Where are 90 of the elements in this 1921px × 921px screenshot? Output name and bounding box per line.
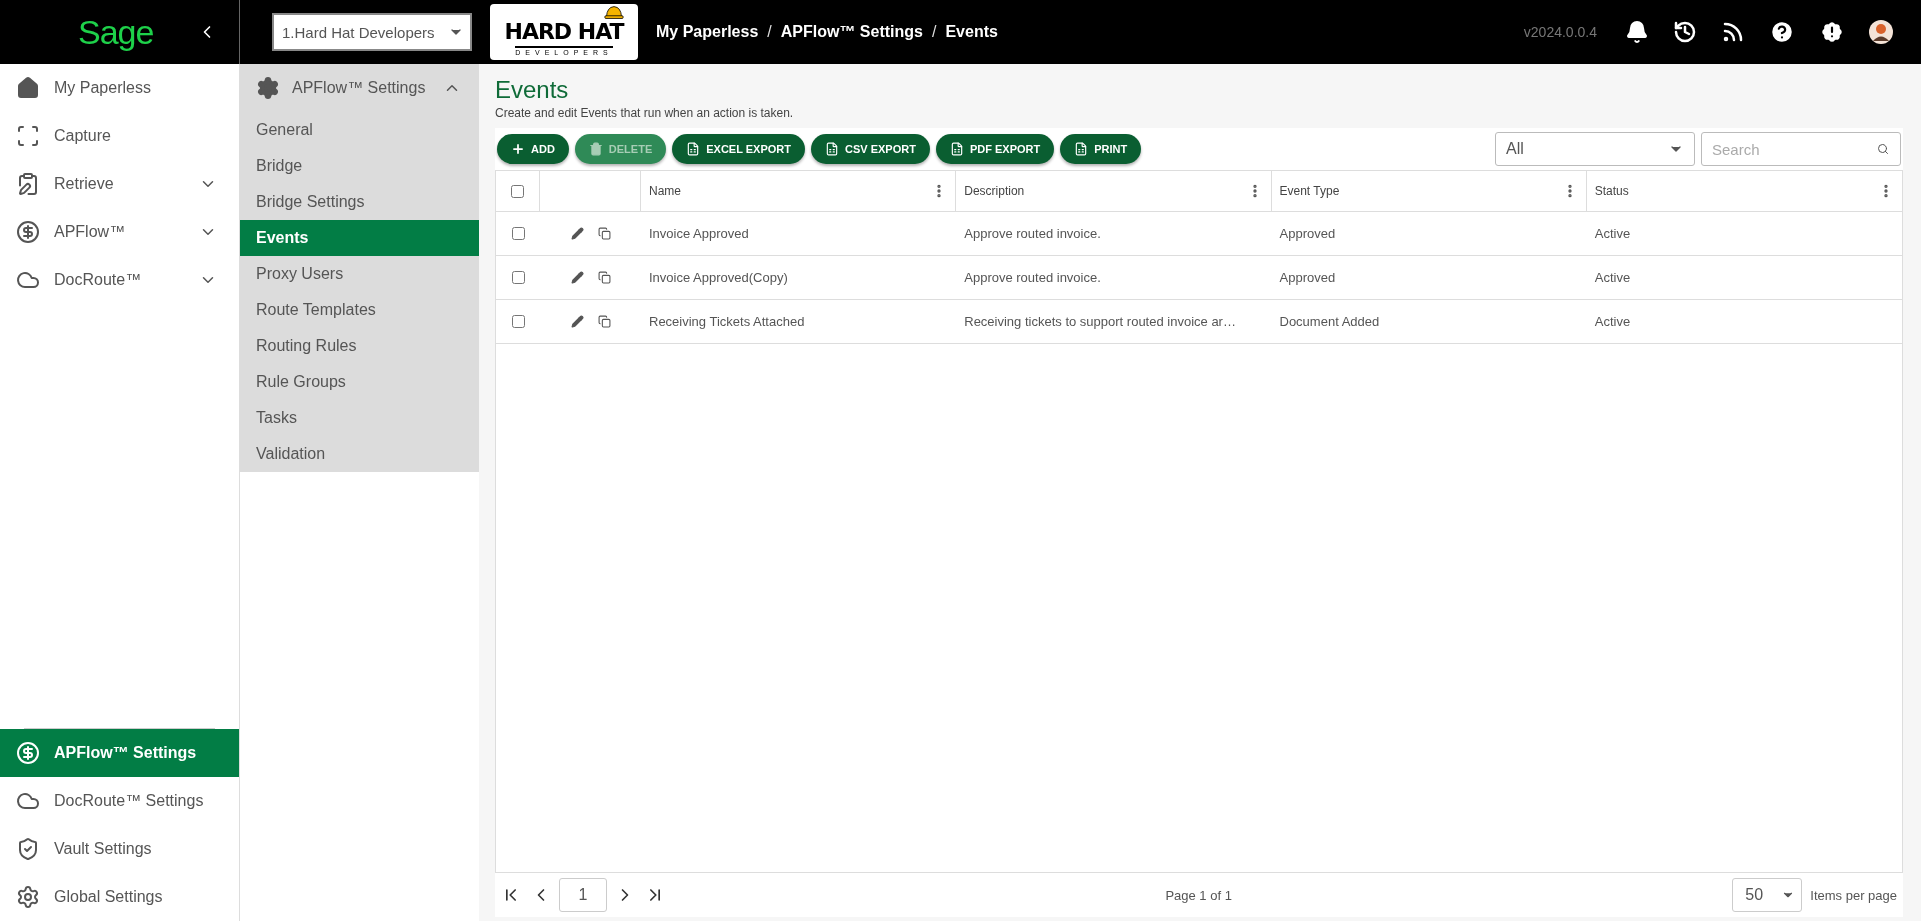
page-number-field[interactable]: 1	[559, 878, 607, 912]
helmet-icon	[604, 5, 624, 19]
table-cell-text: Invoice Approved(Copy)	[648, 269, 789, 287]
document-icon	[825, 142, 839, 156]
submenu-item[interactable]: Rule Groups	[240, 364, 479, 400]
avatar-icon[interactable]	[1869, 20, 1893, 44]
search-icon	[1877, 143, 1889, 155]
filter-select[interactable]: All	[1495, 132, 1695, 166]
breadcrumb-separator: /	[930, 23, 938, 41]
page-size-select[interactable]: 50	[1732, 878, 1803, 912]
clipboard-icon	[16, 172, 40, 196]
submenu-item[interactable]: Validation	[240, 436, 479, 472]
logo: Sage	[78, 12, 154, 52]
column-header: Event Type	[1279, 184, 1340, 198]
table-cell-text: Invoice Approved	[648, 225, 750, 243]
search-field[interactable]: Search	[1701, 132, 1901, 166]
history-icon[interactable]	[1673, 20, 1697, 44]
column-header: Status	[1594, 184, 1629, 198]
breadcrumb-link[interactable]: My Paperless	[656, 23, 759, 41]
settings-nav-item[interactable]: Vault Settings	[0, 825, 239, 873]
submenu-item[interactable]: Proxy Users	[240, 256, 479, 292]
help-icon[interactable]	[1769, 19, 1795, 45]
table-cell-text: Receiving tickets to support routed invoice ar…	[963, 313, 1237, 331]
edit-icon[interactable]	[570, 315, 584, 328]
breadcrumb-separator: /	[766, 23, 773, 41]
rss-icon[interactable]	[1721, 20, 1745, 44]
submenu-item[interactable]: General	[240, 112, 479, 148]
page-info: Page 1 of 1	[1164, 887, 1233, 903]
settings-icon	[16, 885, 40, 909]
copy-icon[interactable]	[597, 271, 611, 284]
copy-icon[interactable]	[597, 315, 611, 328]
dollar-icon	[16, 741, 40, 765]
settings-icon	[256, 76, 280, 100]
submenu-item[interactable]: Bridge	[240, 148, 479, 184]
toolbar-button[interactable]: CSV EXPORT	[811, 134, 930, 164]
breadcrumb-link[interactable]: APFlow™ Settings	[780, 23, 923, 41]
toolbar-button[interactable]: EXCEL EXPORT	[672, 134, 805, 164]
row-checkbox[interactable]	[511, 315, 525, 328]
settings-nav-item[interactable]: APFlow™ Settings	[0, 729, 239, 777]
column-header: Name	[649, 184, 681, 198]
toolbar-button[interactable]: PRINT	[1060, 134, 1142, 164]
alert-icon[interactable]	[1819, 19, 1845, 45]
select-all-checkbox[interactable]	[511, 184, 524, 198]
scan-icon	[16, 124, 40, 148]
edit-icon[interactable]	[570, 227, 584, 240]
row-checkbox[interactable]	[511, 271, 525, 284]
house-icon	[16, 76, 40, 100]
settings-nav-item[interactable]: DocRoute™ Settings	[0, 777, 239, 825]
nav-item[interactable]: Capture	[0, 112, 239, 160]
table-cell-text: Active	[1593, 225, 1632, 243]
edit-icon[interactable]	[570, 271, 584, 284]
breadcrumb-link[interactable]: Events	[945, 23, 998, 41]
column-header: Description	[964, 184, 1025, 198]
table-cell-text: Approve routed invoice.	[963, 225, 1102, 243]
nav-item[interactable]: My Paperless	[0, 64, 239, 112]
table-cell-text: Document Added	[1278, 313, 1381, 331]
settings-nav-item[interactable]: Global Settings	[0, 873, 239, 921]
bell-icon[interactable]	[1625, 20, 1649, 44]
nav-item[interactable]: DocRoute™	[0, 256, 239, 304]
table-cell-text: Active	[1593, 269, 1632, 287]
document-icon	[1074, 142, 1089, 156]
table-cell-text: Approved	[1278, 225, 1337, 243]
row-checkbox[interactable]	[511, 227, 525, 240]
table-cell-text: Active	[1593, 313, 1632, 331]
submenu-item[interactable]: Tasks	[240, 400, 479, 436]
nav-item[interactable]: Retrieve	[0, 160, 239, 208]
table-cell-text: Approved	[1278, 269, 1337, 287]
submenu-header[interactable]: APFlow™ Settings	[240, 64, 479, 112]
submenu-item[interactable]: Route Templates	[240, 292, 479, 328]
document-icon	[686, 142, 701, 156]
submenu-item[interactable]: Bridge Settings	[240, 184, 479, 220]
version-label: v2024.0.0.4	[1523, 24, 1597, 40]
table-cell-text: Approve routed invoice.	[963, 269, 1102, 287]
dollar-icon	[16, 220, 40, 244]
copy-icon[interactable]	[597, 227, 611, 240]
plus-icon	[511, 142, 525, 156]
company-select[interactable]: 1.Hard Hat Developers	[272, 13, 472, 51]
brand-name: HARD HAT	[504, 20, 624, 43]
submenu-item[interactable]: Routing Rules	[240, 328, 479, 364]
trash-icon	[588, 142, 603, 156]
toolbar-button[interactable]: ADD	[497, 134, 569, 164]
toolbar-button[interactable]: PDF EXPORT	[935, 134, 1055, 164]
page-title: Events	[495, 76, 570, 104]
nav-item[interactable]: APFlow™	[0, 208, 239, 256]
page-subtitle: Create and edit Events that run when an action is taken.	[495, 106, 795, 120]
page-size-label: Items per page	[1810, 887, 1897, 903]
document-icon	[949, 142, 964, 156]
submenu-item[interactable]: Events	[240, 220, 479, 256]
shield-icon	[16, 837, 40, 861]
table-cell-text: Receiving Tickets Attached	[648, 313, 806, 331]
